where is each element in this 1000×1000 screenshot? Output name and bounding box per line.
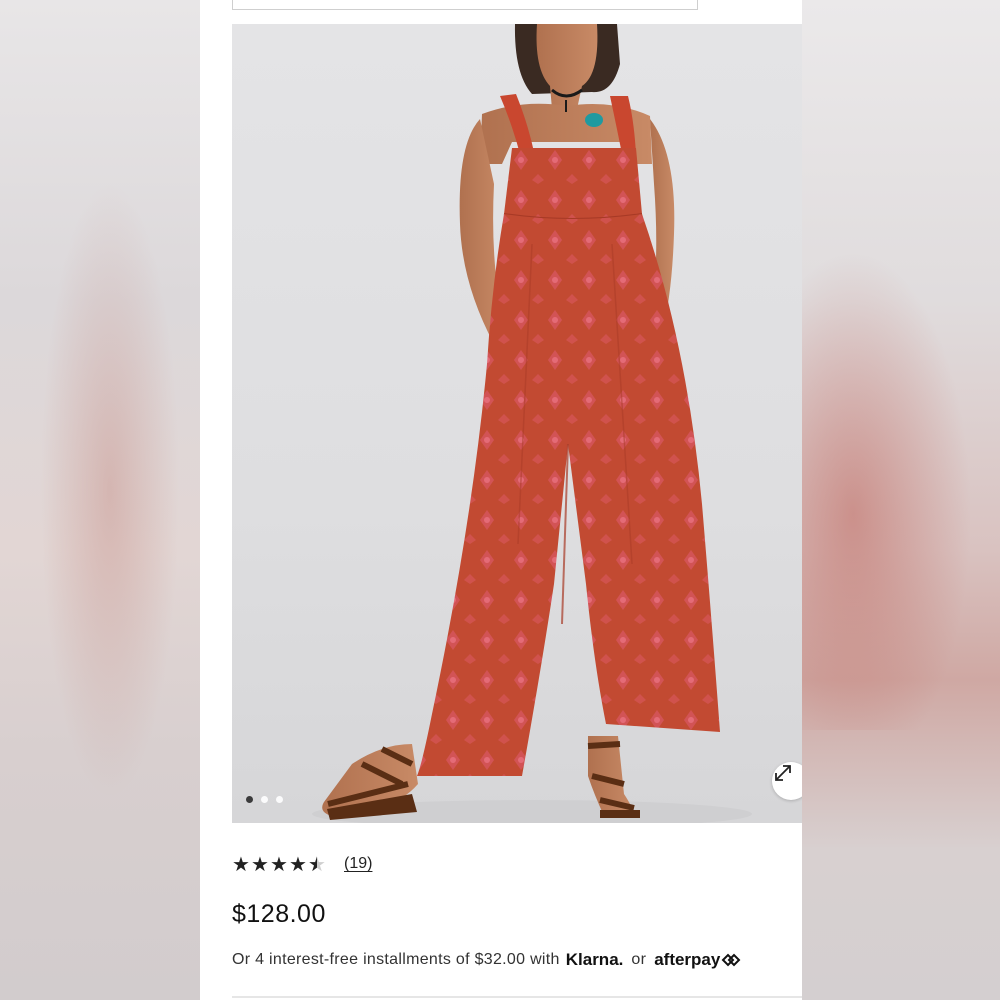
star-half-icon: ★: [308, 852, 326, 877]
afterpay-logo[interactable]: afterpay: [654, 950, 741, 970]
star-icon: ★: [270, 853, 288, 876]
expand-image-button[interactable]: [772, 762, 802, 800]
product-price: $128.00: [232, 900, 326, 928]
star-icon: ★: [251, 853, 269, 876]
carousel-dot-1[interactable]: [246, 796, 253, 803]
search-input[interactable]: [232, 0, 698, 10]
star-rating: ★ ★ ★ ★ ★: [232, 852, 326, 877]
installments-text: Or 4 interest-free installments of $32.0…: [232, 951, 560, 968]
product-image[interactable]: [232, 24, 802, 823]
installments-message: Or 4 interest-free installments of $32.0…: [232, 950, 741, 970]
afterpay-loop-icon: [721, 953, 741, 967]
installments-or: or: [631, 951, 647, 968]
divider: [232, 996, 802, 998]
carousel-dot-2[interactable]: [261, 796, 268, 803]
afterpay-label: afterpay: [654, 950, 721, 969]
product-panel: ★ ★ ★ ★ ★ (19) $128.00 Or 4 interest-fre…: [200, 0, 802, 1000]
blurred-backdrop-right: [802, 0, 1000, 1000]
carousel-dot-3[interactable]: [276, 796, 283, 803]
jumpsuit-illustration: [312, 24, 752, 823]
star-icon: ★: [289, 853, 307, 876]
star-icon: ★: [232, 853, 250, 876]
blurred-backdrop-left: [0, 0, 200, 1000]
klarna-logo[interactable]: Klarna.: [566, 950, 624, 970]
carousel-dots: [246, 796, 283, 803]
review-count-link[interactable]: (19): [344, 855, 372, 873]
expand-arrows-icon: [775, 765, 791, 781]
rating-row: ★ ★ ★ ★ ★ (19): [232, 852, 372, 877]
